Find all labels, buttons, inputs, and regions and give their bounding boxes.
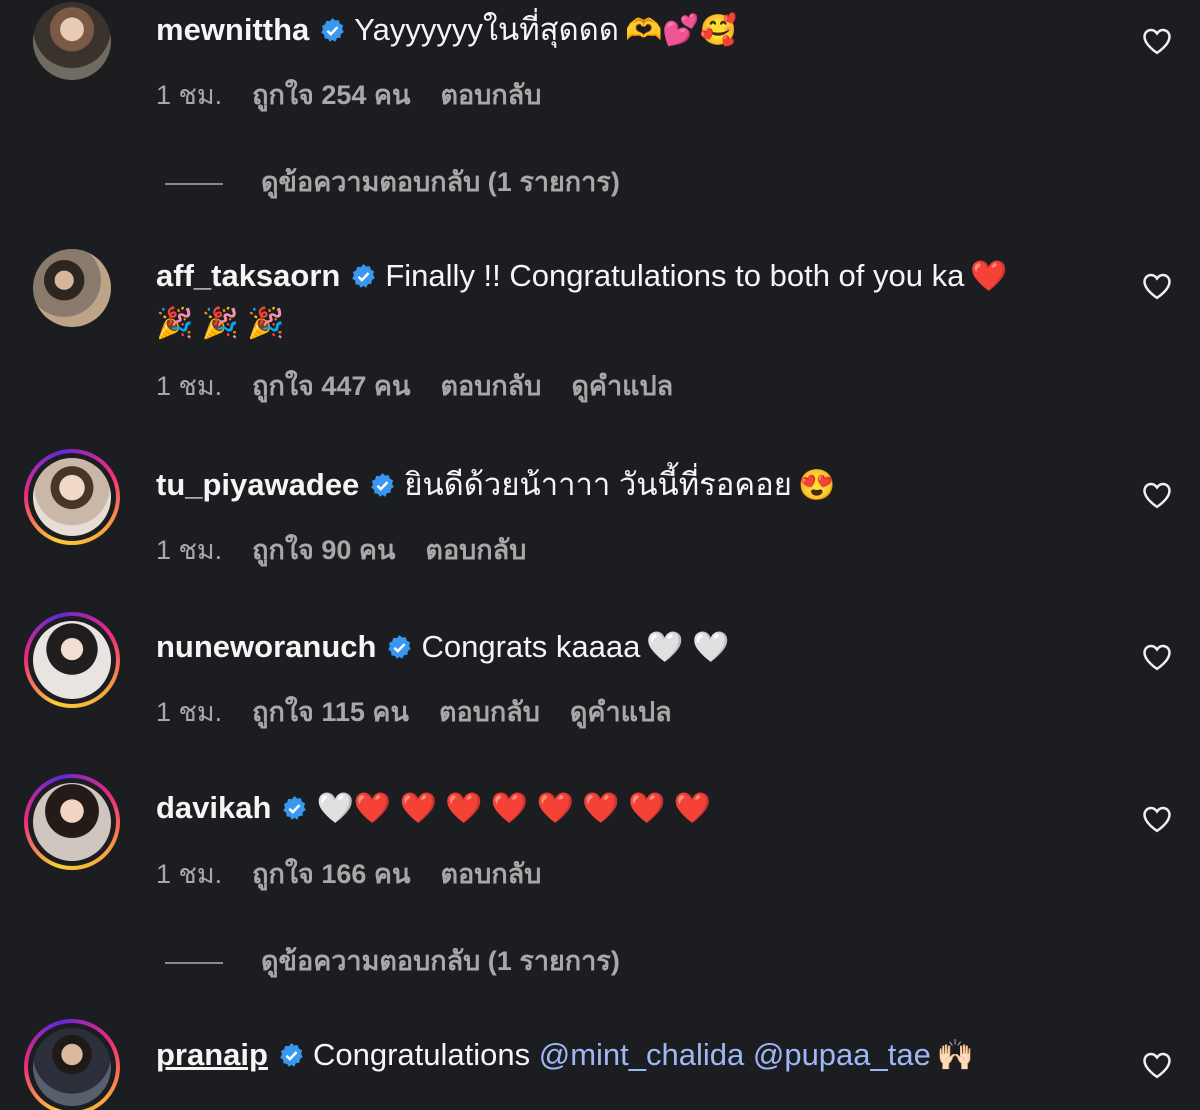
comment-emojis: 🤍 🤍 — [646, 631, 730, 664]
verified-badge-icon — [388, 635, 412, 659]
comment-time[interactable]: 1 ชม. — [156, 535, 222, 565]
comment-emojis: 😍 — [797, 469, 836, 502]
comment-emojis: 🙌🏻 — [936, 1039, 975, 1072]
avatar-story-ring[interactable] — [24, 612, 120, 708]
comment-text: Yayyyyyyในที่สุดดด — [354, 12, 619, 47]
comment-likes[interactable]: ถูกใจ 447 คน — [252, 371, 410, 401]
comments-feed: mewnittha Yayyyyyyในที่สุดดด 🫶💕🥰 1 ชม. ถูกใ… — [0, 0, 1200, 1110]
divider-line — [165, 961, 223, 964]
comment-text: Congratulations — [312, 1037, 531, 1072]
comment-emojis: 🤍❤️ ❤️ ❤️ ❤️ ❤️ ❤️ ❤️ ❤️ — [316, 792, 711, 825]
avatar-image — [33, 783, 111, 861]
avatar-image — [33, 458, 111, 536]
comment-mentions[interactable]: @mint_chalida @pupaa_tae — [539, 1037, 931, 1072]
comment-time[interactable]: 1 ชม. — [156, 80, 222, 110]
reply-button[interactable]: ตอบกลับ — [425, 535, 526, 565]
verified-badge-icon — [352, 264, 376, 288]
comment-username[interactable]: nuneworanuch — [156, 629, 376, 664]
comment-emojis: ❤️ — [970, 260, 1008, 293]
comment-username[interactable]: tu_piyawadee — [156, 467, 359, 502]
heart-outline-icon[interactable] — [1142, 481, 1172, 509]
heart-outline-icon[interactable] — [1142, 643, 1172, 671]
comment-username[interactable]: mewnittha — [156, 12, 309, 47]
comment-likes[interactable]: ถูกใจ 166 คน — [252, 859, 410, 889]
comment-text: Congrats kaaaa — [421, 629, 641, 664]
heart-outline-icon[interactable] — [1142, 1051, 1172, 1079]
avatar-story-ring[interactable] — [24, 774, 120, 870]
comment-likes[interactable]: ถูกใจ 115 คน — [252, 697, 409, 727]
reply-button[interactable]: ตอบกลับ — [440, 371, 541, 401]
avatar-image — [33, 1028, 111, 1106]
heart-outline-icon[interactable] — [1142, 272, 1172, 300]
comment-username[interactable]: aff_taksaorn — [156, 258, 340, 293]
comment-emojis-line2: 🎉 🎉 🎉 — [156, 307, 285, 340]
comment-text: ยินดีด้วยน้าาาา วันนี้ที่รอคอย — [404, 467, 792, 502]
view-replies-label: ดูข้อความตอบกลับ (1 รายการ) — [261, 946, 620, 976]
avatar[interactable] — [33, 2, 111, 80]
comment-time[interactable]: 1 ชม. — [156, 697, 222, 727]
verified-badge-icon — [280, 1043, 303, 1067]
reply-button[interactable]: ตอบกลับ — [440, 859, 541, 889]
heart-outline-icon[interactable] — [1142, 805, 1172, 833]
comment-emojis: 🫶💕🥰 — [625, 14, 738, 47]
comment-time[interactable]: 1 ชม. — [156, 371, 222, 401]
view-replies-button[interactable]: ดูข้อความตอบกลับ (1 รายการ) — [165, 939, 620, 982]
heart-outline-icon[interactable] — [1142, 27, 1172, 55]
reply-button[interactable]: ตอบกลับ — [439, 697, 540, 727]
reply-button[interactable]: ตอบกลับ — [440, 80, 541, 110]
comment-username[interactable]: davikah — [156, 790, 271, 825]
translate-button[interactable]: ดูคำแปล — [571, 371, 673, 401]
translate-button[interactable]: ดูคำแปล — [570, 697, 672, 727]
avatar[interactable] — [33, 249, 111, 327]
avatar-image — [33, 249, 111, 327]
comment-likes[interactable]: ถูกใจ 254 คน — [252, 80, 410, 110]
avatar-story-ring[interactable] — [24, 449, 120, 545]
verified-badge-icon — [321, 18, 345, 42]
verified-badge-icon — [371, 473, 395, 497]
view-replies-label: ดูข้อความตอบกลับ (1 รายการ) — [261, 167, 620, 197]
avatar-story-ring[interactable] — [24, 1019, 120, 1110]
view-replies-button[interactable]: ดูข้อความตอบกลับ (1 รายการ) — [165, 160, 620, 203]
avatar-image — [33, 2, 111, 80]
comment-text: Finally !! Congratulations to both of yo… — [385, 258, 965, 293]
verified-badge-icon — [283, 796, 307, 820]
comment-likes[interactable]: ถูกใจ 90 คน — [252, 535, 395, 565]
divider-line — [165, 182, 223, 185]
avatar-image — [33, 621, 111, 699]
comment-username[interactable]: pranaip — [156, 1037, 268, 1072]
comment-time[interactable]: 1 ชม. — [156, 859, 222, 889]
